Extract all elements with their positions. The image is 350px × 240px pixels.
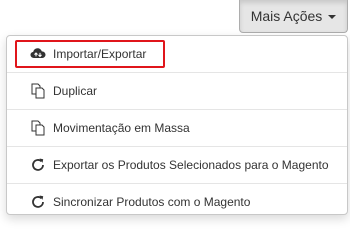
caret-down-icon: [328, 14, 337, 19]
copy-icon: [30, 120, 46, 136]
page: Mais Ações Importar/Exportar Duplicar Mo…: [0, 0, 350, 218]
menu-item-duplicate[interactable]: Duplicar: [7, 73, 347, 109]
menu-item-export-magento[interactable]: Exportar os Produtos Selecionados para o…: [7, 147, 347, 183]
menu-item-label: Duplicar: [53, 84, 98, 98]
highlight-box: [15, 40, 165, 68]
refresh-icon: [30, 157, 46, 173]
refresh-icon: [30, 194, 46, 210]
menu-item-label: Movimentação em Massa: [53, 121, 190, 135]
menu-item-sync-magento[interactable]: Sincronizar Produtos com o Magento: [7, 184, 347, 214]
menu-item-label: Exportar os Produtos Selecionados para o…: [53, 158, 329, 172]
more-actions-label: Mais Ações: [250, 8, 323, 24]
more-actions-button[interactable]: Mais Ações: [239, 0, 348, 33]
menu-item-label: Sincronizar Produtos com o Magento: [53, 195, 251, 209]
menu-item-bulk-move[interactable]: Movimentação em Massa: [7, 110, 347, 146]
more-actions-dropdown-menu: Importar/Exportar Duplicar Movimentação …: [6, 35, 348, 215]
copy-icon: [30, 83, 46, 99]
